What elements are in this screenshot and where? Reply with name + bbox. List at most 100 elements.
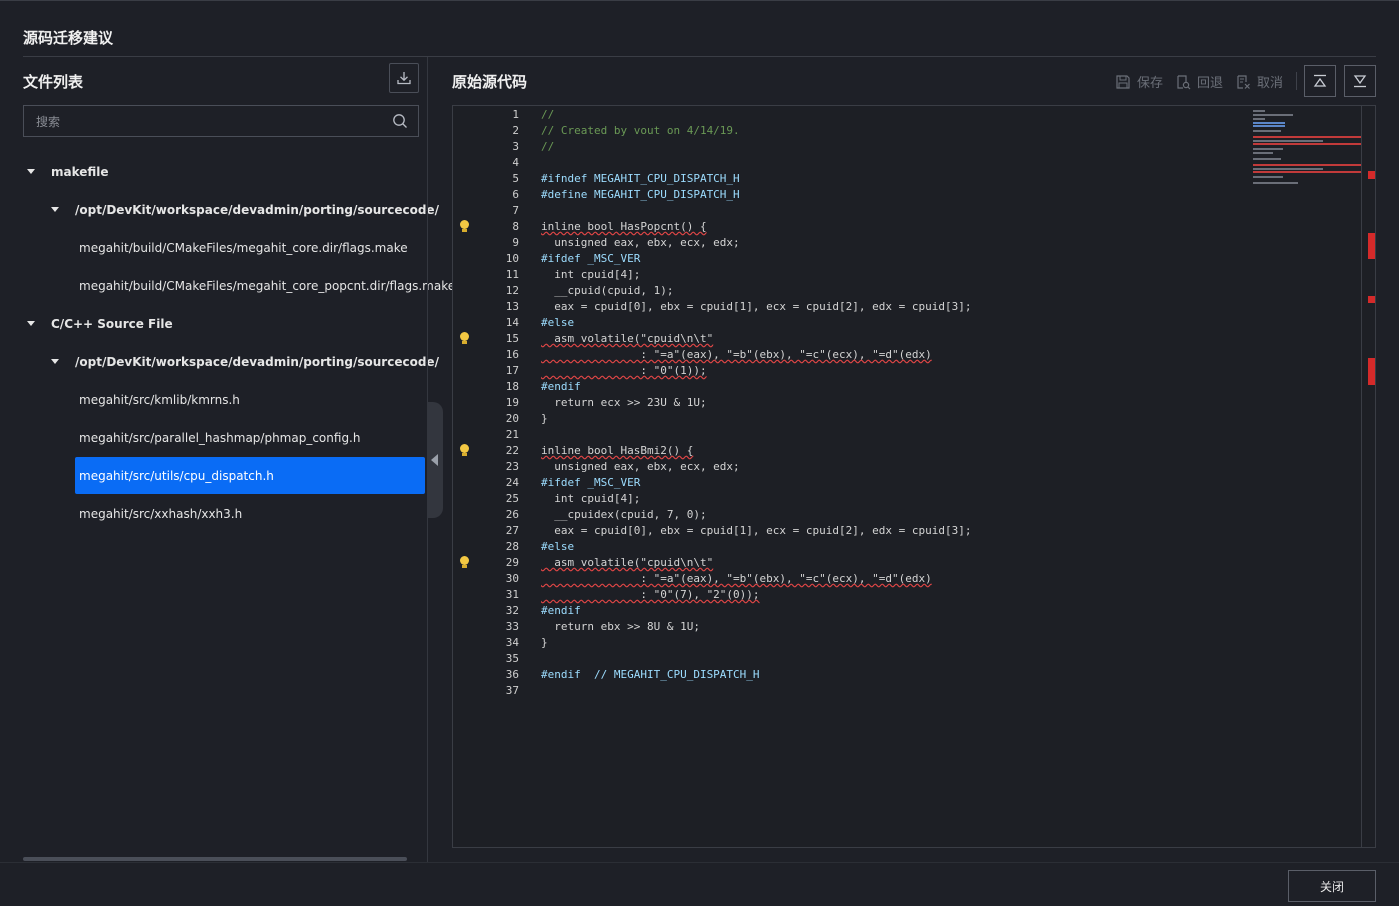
tree-file[interactable]: megahit/src/xxhash/xxh3.h [79, 507, 242, 521]
code-text: : "0"(7), "2"(0)); [541, 588, 760, 601]
tree-group-makefile[interactable]: makefile [51, 165, 109, 179]
code-line[interactable]: 30 : "=a"(eax), "=b"(ebx), "=c"(ecx), "=… [453, 571, 1253, 587]
code-line[interactable]: 8 inline bool HasPopcnt() { [453, 219, 1253, 235]
code-line[interactable]: 35 [453, 651, 1253, 667]
line-number: 16 [505, 348, 519, 361]
error-marker[interactable] [1368, 296, 1375, 303]
code-line[interactable]: 10 #ifdef _MSC_VER [453, 251, 1253, 267]
code-line[interactable]: 19 return ecx >> 23U & 1U; [453, 395, 1253, 411]
close-button[interactable]: 关闭 [1288, 870, 1376, 902]
lightbulb-icon[interactable] [460, 556, 469, 568]
collapse-panel-handle[interactable] [427, 402, 443, 518]
tree-folder[interactable]: /opt/DevKit/workspace/devadmin/porting/s… [75, 355, 439, 369]
search-input[interactable] [34, 106, 378, 138]
code-line[interactable]: 16 : "=a"(eax), "=b"(ebx), "=c"(ecx), "=… [453, 347, 1253, 363]
scroll-bottom-button[interactable] [1344, 65, 1376, 97]
line-number: 21 [505, 428, 519, 441]
code-line[interactable]: 9 unsigned eax, ebx, ecx, edx; [453, 235, 1253, 251]
cancel-icon [1237, 74, 1250, 89]
error-marker[interactable] [1368, 233, 1375, 259]
code-line[interactable]: 3 // [453, 139, 1253, 155]
horizontal-scrollbar[interactable] [23, 857, 407, 861]
search-icon[interactable] [392, 113, 408, 129]
code-text: asm volatile("cpuid\n\t" [541, 556, 714, 569]
title-divider [23, 56, 1376, 57]
code-line[interactable]: 1 // [453, 107, 1253, 123]
code-line[interactable]: 11 int cpuid[4]; [453, 267, 1253, 283]
line-number: 8 [512, 220, 519, 233]
line-number: 28 [505, 540, 519, 553]
code-line[interactable]: 33 return ebx >> 8U & 1U; [453, 619, 1253, 635]
code-line[interactable]: 7 [453, 203, 1253, 219]
code-text: #define MEGAHIT_CPU_DISPATCH_H [541, 188, 740, 201]
code-line[interactable]: 15 asm volatile("cpuid\n\t" [453, 331, 1253, 347]
footer-divider [0, 862, 1399, 863]
code-line[interactable]: 4 [453, 155, 1253, 171]
code-line[interactable]: 28 #else [453, 539, 1253, 555]
lightbulb-icon[interactable] [460, 444, 469, 456]
line-number: 33 [505, 620, 519, 633]
download-button[interactable] [389, 63, 419, 93]
source-code-title: 原始源代码 [452, 73, 528, 91]
code-text: } [541, 636, 548, 649]
code-line[interactable]: 34} [453, 635, 1253, 651]
line-number: 9 [512, 236, 519, 249]
code-line[interactable]: 27 eax = cpuid[0], ebx = cpuid[1], ecx =… [453, 523, 1253, 539]
chevron-down-icon[interactable] [27, 321, 35, 326]
line-number: 7 [512, 204, 519, 217]
cancel-button[interactable]: 取消 [1235, 72, 1283, 91]
line-number: 24 [505, 476, 519, 489]
code-line[interactable]: 21 [453, 427, 1253, 443]
code-line[interactable]: 5 #ifndef MEGAHIT_CPU_DISPATCH_H [453, 171, 1253, 187]
tree-file[interactable]: megahit/build/CMakeFiles/megahit_core.di… [79, 241, 408, 255]
scroll-top-button[interactable] [1304, 65, 1336, 97]
line-number: 20 [505, 412, 519, 425]
code-text: #endif [541, 380, 581, 393]
chevron-down-icon[interactable] [51, 207, 59, 212]
code-line[interactable]: 25 int cpuid[4]; [453, 491, 1253, 507]
revert-button[interactable]: 回退 [1175, 72, 1223, 91]
code-line[interactable]: 18 #endif [453, 379, 1253, 395]
code-line[interactable]: 13 eax = cpuid[0], ebx = cpuid[1], ecx =… [453, 299, 1253, 315]
line-number: 37 [505, 684, 519, 697]
code-line[interactable]: 24 #ifdef _MSC_VER [453, 475, 1253, 491]
code-line[interactable]: 2 // Created by vout on 4/14/19. [453, 123, 1253, 139]
code-line[interactable]: 23 unsigned eax, ebx, ecx, edx; [453, 459, 1253, 475]
chevron-down-icon[interactable] [51, 359, 59, 364]
code-line[interactable]: 36 #endif // MEGAHIT_CPU_DISPATCH_H [453, 667, 1253, 683]
code-line[interactable]: 31 : "0"(7), "2"(0)); [453, 587, 1253, 603]
tree-file[interactable]: megahit/src/kmlib/kmrns.h [79, 393, 240, 407]
code-line[interactable]: 14 #else [453, 315, 1253, 331]
line-number: 35 [505, 652, 519, 665]
code-line[interactable]: 20} [453, 411, 1253, 427]
line-number: 34 [505, 636, 519, 649]
tree-file-selected[interactable]: megahit/src/utils/cpu_dispatch.h [79, 469, 274, 483]
save-button[interactable]: 保存 [1115, 72, 1163, 91]
save-icon [1116, 74, 1130, 89]
code-line[interactable]: 26 __cpuidex(cpuid, 7, 0); [453, 507, 1253, 523]
tree-file[interactable]: megahit/src/parallel_hashmap/phmap_confi… [79, 431, 360, 445]
error-marker[interactable] [1368, 358, 1375, 385]
code-line[interactable]: 32 #endif [453, 603, 1253, 619]
code-line[interactable]: 12 __cpuid(cpuid, 1); [453, 283, 1253, 299]
lightbulb-icon[interactable] [460, 332, 469, 344]
line-number: 26 [505, 508, 519, 521]
error-marker[interactable] [1368, 171, 1375, 179]
line-number: 29 [505, 556, 519, 569]
line-number: 4 [512, 156, 519, 169]
code-text: : "=a"(eax), "=b"(ebx), "=c"(ecx), "=d"(… [541, 572, 932, 585]
code-line[interactable]: 29 asm volatile("cpuid\n\t" [453, 555, 1253, 571]
minimap[interactable] [1253, 108, 1363, 188]
tree-group-source[interactable]: C/C++ Source File [51, 317, 173, 331]
code-text: unsigned eax, ebx, ecx, edx; [541, 236, 740, 249]
code-line[interactable]: 22 inline bool HasBmi2() { [453, 443, 1253, 459]
line-number: 2 [512, 124, 519, 137]
code-line[interactable]: 37 [453, 683, 1253, 699]
tree-folder[interactable]: /opt/DevKit/workspace/devadmin/porting/s… [75, 203, 439, 217]
code-editor[interactable]: 1 // 2 // Created by vout on 4/14/19. 3 // 4 5 #… [452, 105, 1376, 848]
code-line[interactable]: 17 : "0"(1)); [453, 363, 1253, 379]
code-line[interactable]: 6 #define MEGAHIT_CPU_DISPATCH_H [453, 187, 1253, 203]
tree-file[interactable]: megahit/build/CMakeFiles/megahit_core_po… [79, 279, 455, 293]
chevron-down-icon[interactable] [27, 169, 35, 174]
lightbulb-icon[interactable] [460, 220, 469, 232]
